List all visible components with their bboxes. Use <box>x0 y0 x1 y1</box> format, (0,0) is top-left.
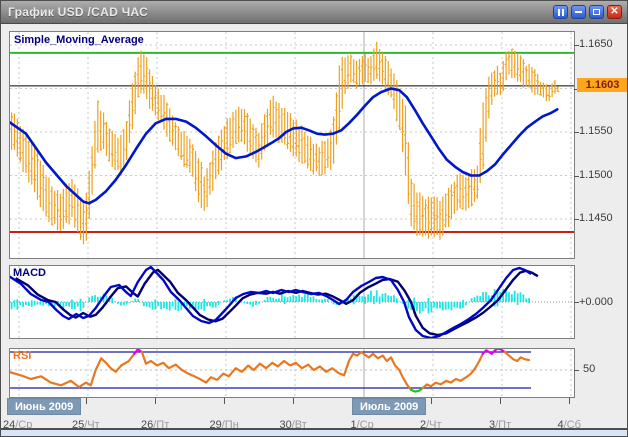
price-axis-label: 1.1450 <box>579 212 613 224</box>
rsi-chart-svg <box>10 349 574 397</box>
rsi-line <box>483 349 505 354</box>
month-label-badge: Июль 2009 <box>352 398 426 415</box>
macd-chart-svg <box>10 266 574 338</box>
candlestick-series <box>10 42 559 244</box>
rsi-panel[interactable]: RSI <box>9 348 575 398</box>
time-axis-tick <box>569 398 570 404</box>
price-axis-label: 1.1500 <box>579 169 613 181</box>
close-button[interactable]: ✕ <box>607 5 622 19</box>
macd-indicator-label: MACD <box>13 267 46 279</box>
time-axis-tick <box>293 398 294 404</box>
macd-panel[interactable]: MACD <box>9 265 575 339</box>
current-price-badge: 1.1603 <box>577 78 628 92</box>
time-axis-tick <box>500 398 501 404</box>
time-axis-tick <box>224 398 225 404</box>
maximize-icon <box>593 9 600 15</box>
window-title: График USD /CAD ЧАС <box>1 5 148 19</box>
price-axis-label: 1.1650 <box>579 38 613 50</box>
title-bar[interactable]: График USD /CAD ЧАС <box>1 1 627 24</box>
window-bottom-edge <box>1 428 627 436</box>
price-axis-label: 1.1550 <box>579 125 613 137</box>
chart-window: График USD /CAD ЧАС ✕ Simple_Moving_Aver… <box>0 0 628 437</box>
time-axis-tick <box>155 398 156 404</box>
price-chart-svg <box>10 32 574 258</box>
pause-button[interactable] <box>553 5 568 19</box>
rsi-line <box>142 352 411 390</box>
macd-axis-value: +0.000 <box>579 296 613 308</box>
rsi-axis-tick <box>574 370 579 371</box>
maximize-button[interactable] <box>589 5 604 19</box>
window-controls: ✕ <box>553 5 622 19</box>
price-chart-panel[interactable]: Simple_Moving_Average <box>9 31 575 259</box>
rsi-axis-value: 50 <box>583 363 595 375</box>
time-axis-tick <box>431 398 432 404</box>
minimize-button[interactable] <box>571 5 586 19</box>
close-icon: ✕ <box>610 7 618 17</box>
rsi-line <box>505 352 529 361</box>
pause-icon <box>557 9 565 16</box>
rsi-line <box>423 354 483 388</box>
month-label-badge: Июнь 2009 <box>7 398 81 415</box>
rsi-indicator-label: RSI <box>13 350 31 362</box>
sma-indicator-label: Simple_Moving_Average <box>14 34 144 46</box>
minimize-icon <box>575 11 582 13</box>
time-axis-tick <box>86 398 87 404</box>
